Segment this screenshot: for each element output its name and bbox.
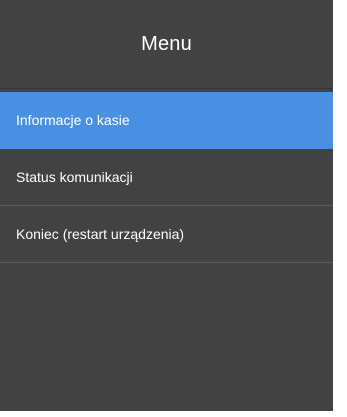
menu-item-label: Informacje o kasie (16, 112, 130, 128)
page-title: Menu (141, 32, 192, 55)
menu-item-label: Status komunikacji (16, 169, 133, 185)
menu-list: Informacje o kasie Status komunikacji Ko… (0, 92, 333, 263)
menu-item-label: Koniec (restart urządzenia) (16, 226, 185, 242)
menu-item-status-komunikacji[interactable]: Status komunikacji (0, 149, 333, 206)
menu-screen: Menu Informacje o kasie Status komunikac… (0, 0, 333, 411)
menu-header: Menu (0, 0, 333, 89)
menu-item-informacje-o-kasie[interactable]: Informacje o kasie (0, 92, 333, 149)
menu-item-koniec-restart[interactable]: Koniec (restart urządzenia) (0, 206, 333, 263)
